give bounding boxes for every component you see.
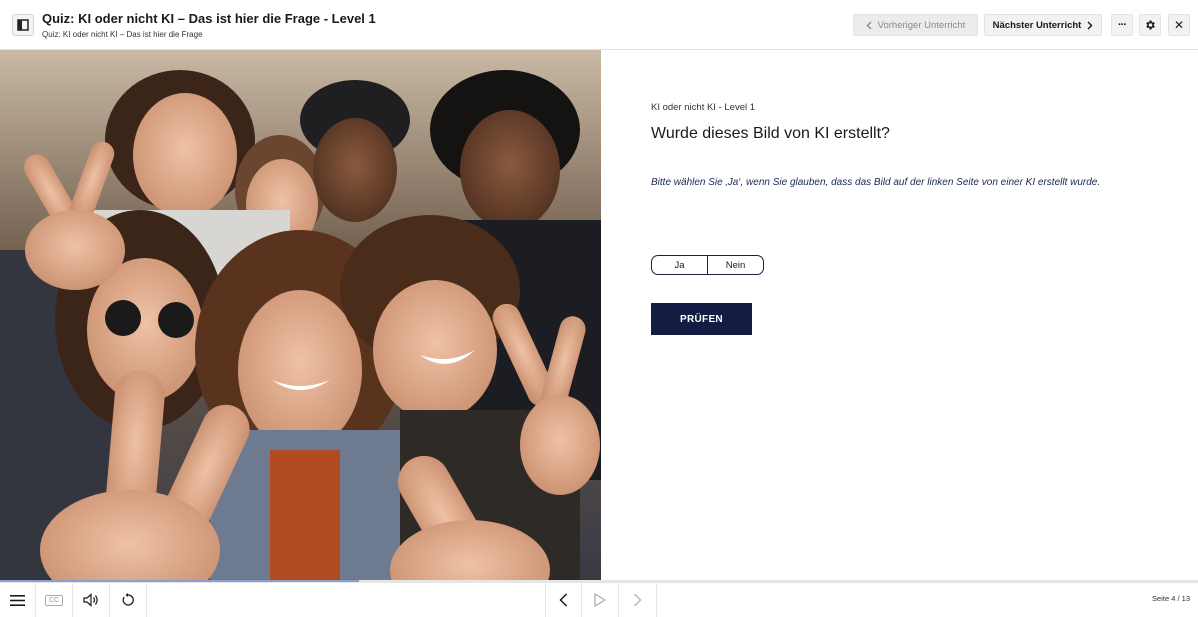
chevron-left-icon — [559, 593, 568, 607]
captions-button[interactable]: CC — [36, 583, 73, 617]
sidebar-toggle-icon — [17, 19, 29, 31]
answer-toggle: Ja Nein — [651, 255, 764, 275]
answer-option-nein[interactable]: Nein — [708, 256, 763, 274]
question-panel: KI oder nicht KI - Level 1 Wurde dieses … — [601, 50, 1198, 580]
lesson-title: Quiz: KI oder nicht KI – Das ist hier di… — [42, 11, 376, 26]
close-icon: ✕ — [1173, 18, 1185, 32]
settings-button[interactable] — [1139, 14, 1161, 36]
question-title: Wurde dieses Bild von KI erstellt? — [651, 125, 890, 142]
quiz-image — [0, 50, 601, 580]
play-button[interactable] — [582, 583, 619, 617]
replay-icon — [122, 593, 134, 606]
answer-option-ja[interactable]: Ja — [652, 256, 708, 274]
previous-lesson-button[interactable]: Vorheriger Unterricht — [853, 14, 978, 36]
player-controls: CC Seite 4 / 13 — [0, 582, 1198, 617]
submit-answer-button[interactable]: PRÜFEN — [651, 303, 752, 335]
next-slide-button[interactable] — [619, 583, 657, 617]
question-instruction: Bitte wählen Sie ‚Ja‘, wenn Sie glauben,… — [651, 177, 1101, 188]
lesson-subtitle: Quiz: KI oder nicht KI – Das ist hier di… — [42, 30, 203, 39]
more-icon: ··· — [1118, 19, 1127, 31]
replay-button[interactable] — [110, 583, 147, 617]
chevron-right-icon — [633, 593, 642, 607]
audio-icon — [83, 593, 98, 607]
chevron-right-icon — [1087, 21, 1093, 29]
menu-icon — [10, 594, 25, 606]
page-indicator: Seite 4 / 13 — [1152, 594, 1190, 603]
menu-button[interactable] — [0, 583, 36, 617]
captions-icon: CC — [44, 594, 64, 606]
previous-lesson-label: Vorheriger Unterricht — [877, 19, 966, 31]
group-selfie-photo — [0, 50, 601, 580]
play-icon — [594, 593, 606, 607]
chevron-left-icon — [866, 21, 872, 29]
audio-button[interactable] — [73, 583, 110, 617]
next-lesson-label: Nächster Unterricht — [992, 19, 1082, 31]
more-options-button[interactable]: ··· — [1111, 14, 1133, 36]
sidebar-toggle-button[interactable] — [12, 14, 34, 36]
previous-slide-button[interactable] — [545, 583, 582, 617]
close-button[interactable]: ✕ — [1168, 14, 1190, 36]
next-lesson-button[interactable]: Nächster Unterricht — [984, 14, 1102, 36]
question-level: KI oder nicht KI - Level 1 — [651, 102, 756, 113]
gear-icon — [1146, 20, 1155, 30]
top-bar: Quiz: KI oder nicht KI – Das ist hier di… — [0, 0, 1198, 50]
